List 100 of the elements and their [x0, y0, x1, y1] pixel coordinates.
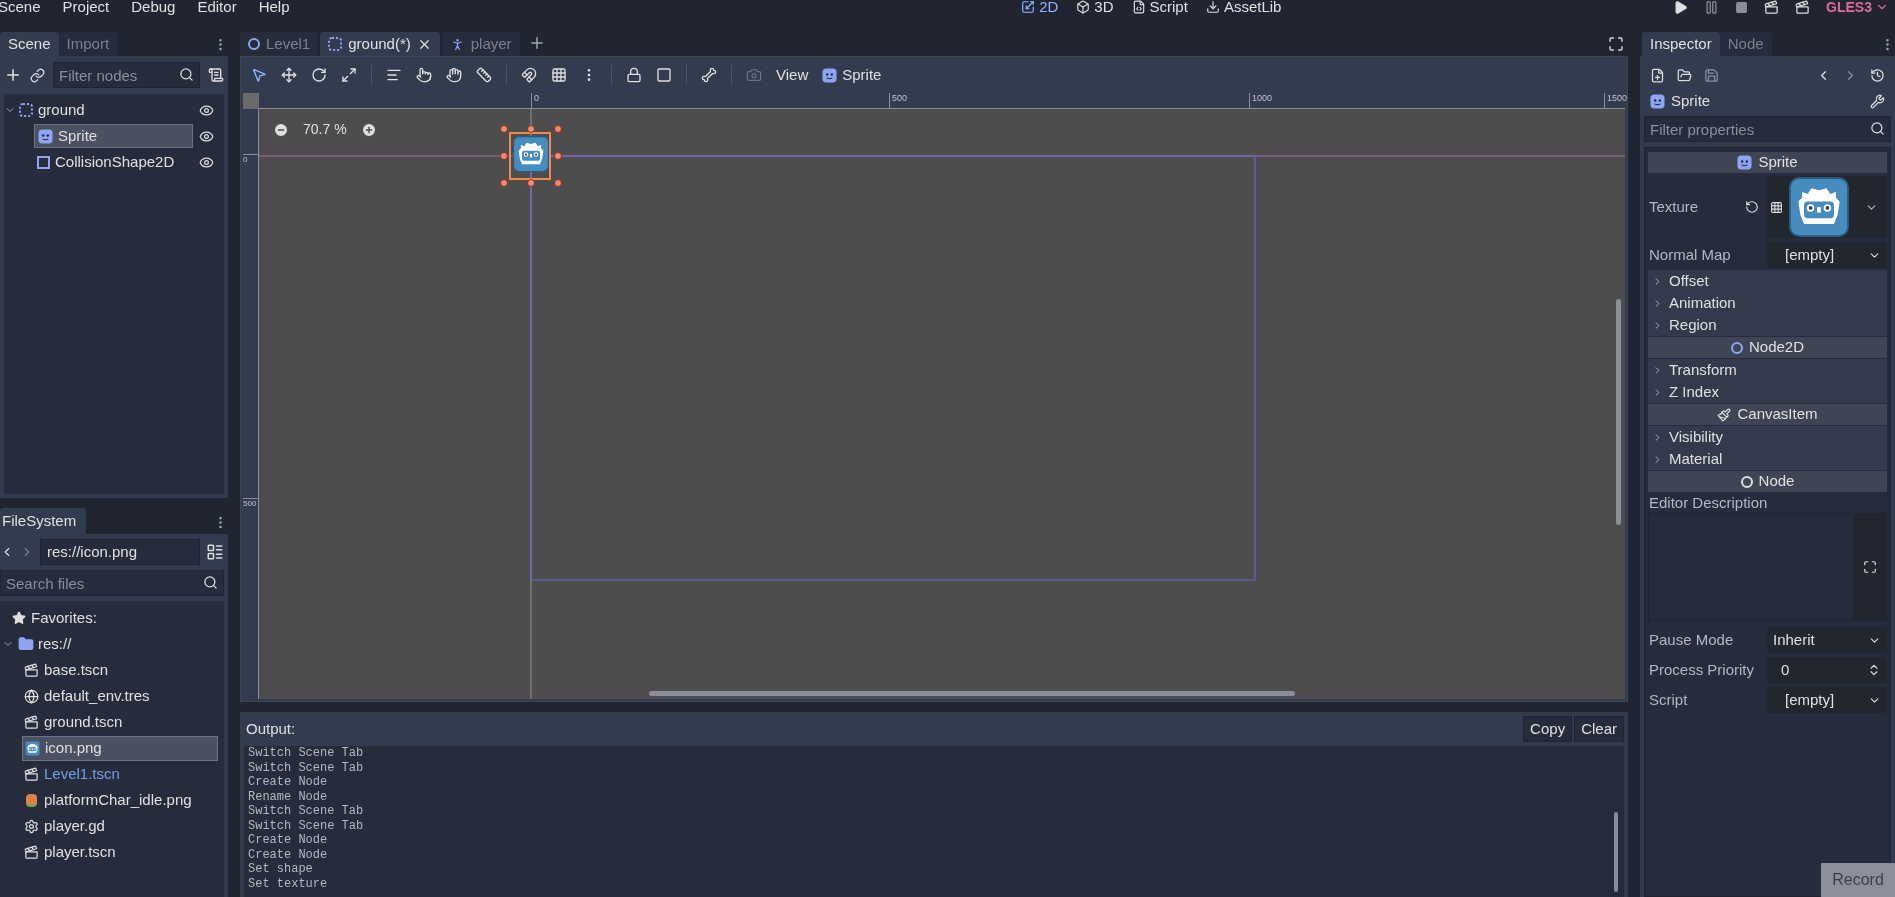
workspace-tab[interactable]: Script	[1131, 0, 1188, 14]
favorites-label[interactable]: Favorites:	[31, 606, 97, 630]
file-item[interactable]: base.tscn	[22, 657, 218, 683]
file-item[interactable]: default_env.tres	[22, 683, 218, 709]
menu-item[interactable]: Project	[62, 0, 110, 14]
select-arrow-icon[interactable]	[251, 67, 267, 83]
texture-picker[interactable]	[1767, 176, 1887, 238]
file-item[interactable]: ground.tscn	[22, 709, 218, 735]
property-group[interactable]: Offset	[1648, 270, 1887, 292]
folder-name[interactable]: res://	[38, 632, 72, 656]
workspace-tab[interactable]: AssetLib	[1205, 0, 1282, 14]
selected-sprite-drawing[interactable]	[500, 125, 562, 187]
menu-item[interactable]: Editor	[197, 0, 237, 14]
play-icon[interactable]	[1673, 0, 1689, 15]
output-button[interactable]: Copy	[1523, 716, 1573, 742]
history-icon[interactable]	[1870, 67, 1885, 83]
bone-icon[interactable]	[701, 67, 717, 83]
scale-icon[interactable]	[341, 67, 357, 83]
search-icon	[179, 67, 194, 82]
grid-snap-icon[interactable]	[551, 67, 567, 83]
path-field[interactable]: res://icon.png	[40, 539, 200, 565]
property-group[interactable]: Region	[1648, 314, 1887, 336]
sprite-icon	[1737, 155, 1753, 170]
property-group[interactable]: Transform	[1648, 359, 1887, 381]
vertical-scrollbar[interactable]	[1616, 299, 1621, 525]
output-scrollbar[interactable]	[1614, 812, 1618, 892]
file-name: base.tscn	[44, 659, 109, 680]
hand-icon[interactable]	[446, 67, 462, 83]
zoom-in-icon[interactable]	[360, 121, 377, 138]
new-resource-icon[interactable]	[1650, 67, 1665, 83]
visibility-eye-icon[interactable]	[199, 128, 214, 144]
tab[interactable]: Scene	[0, 32, 59, 56]
property-group[interactable]: Z Index	[1648, 381, 1887, 403]
split-view-icon[interactable]	[206, 543, 224, 561]
value-dropdown[interactable]: [empty]	[1767, 687, 1887, 713]
globe-icon	[24, 688, 39, 704]
tree-item[interactable]: Sprite	[34, 124, 193, 148]
view-menu-button[interactable]: View	[776, 63, 809, 87]
move-icon[interactable]	[281, 67, 297, 83]
tree-item[interactable]: CollisionShape2D	[34, 150, 193, 174]
renderer-dropdown[interactable]: GLES3	[1826, 0, 1889, 14]
play-scene-icon[interactable]	[1764, 0, 1780, 15]
filter-properties-field[interactable]: Filter properties	[1644, 116, 1891, 142]
property-group[interactable]: Animation	[1648, 292, 1887, 314]
output-button[interactable]: Clear	[1574, 716, 1624, 742]
file-item[interactable]: player.tscn	[22, 839, 218, 865]
fullscreen-icon[interactable]	[1608, 36, 1624, 52]
tab[interactable]: Node	[1719, 32, 1772, 56]
link-icon[interactable]	[30, 67, 45, 83]
visibility-eye-icon[interactable]	[199, 154, 214, 170]
search-files-field[interactable]: Search files	[0, 570, 224, 596]
tree-item[interactable]: ground	[16, 98, 193, 122]
file-item[interactable]: platformChar_idle.png	[22, 787, 218, 813]
tab[interactable]: FileSystem	[0, 508, 87, 534]
horizontal-scrollbar[interactable]	[649, 691, 1295, 696]
tab[interactable]: player	[441, 32, 520, 56]
pause-icon[interactable]	[1704, 0, 1720, 15]
visibility-eye-icon[interactable]	[199, 102, 214, 118]
ruler-label: 0	[243, 154, 258, 165]
filter-nodes-field[interactable]: Filter nodes	[53, 62, 200, 88]
rotate-icon[interactable]	[311, 67, 327, 83]
play-custom-scene-icon[interactable]	[1795, 0, 1811, 15]
clapperboard-icon	[24, 766, 39, 782]
add-node-icon[interactable]	[4, 66, 22, 84]
revert-icon[interactable]	[1745, 200, 1759, 214]
sprite-menu-button[interactable]: Sprite	[822, 63, 882, 87]
ruler-icon[interactable]	[476, 67, 492, 83]
value-dropdown[interactable]: Inherit	[1767, 627, 1887, 653]
stop-icon[interactable]	[1735, 0, 1749, 14]
file-item[interactable]: Level1.tscn	[22, 761, 218, 787]
tab[interactable]: Level1	[240, 32, 319, 56]
workspace-tab[interactable]: 2D	[1021, 0, 1059, 14]
zoom-out-icon[interactable]	[273, 121, 289, 138]
lock-icon[interactable]	[626, 67, 642, 83]
menu-item[interactable]: Help	[258, 0, 290, 14]
gear-icon	[24, 818, 39, 834]
tools-icon[interactable]	[1870, 93, 1885, 109]
snap-magnet-icon[interactable]	[521, 67, 537, 83]
file-item[interactable]: player.gd	[22, 813, 218, 839]
script-icon[interactable]	[208, 67, 224, 83]
search-icon	[203, 575, 218, 590]
pivot-icon[interactable]	[416, 67, 432, 83]
tab[interactable]: Inspector	[1642, 32, 1720, 56]
tab[interactable]: ground(*)	[320, 32, 440, 56]
property-group[interactable]: Material	[1648, 448, 1887, 470]
tab[interactable]: Import	[58, 32, 118, 56]
output-title: Output:	[245, 718, 296, 739]
save-icon[interactable]	[1704, 67, 1719, 83]
expand-icon[interactable]	[1862, 560, 1877, 574]
search-icon	[1870, 121, 1885, 136]
list-select-icon[interactable]	[386, 67, 402, 83]
file-item[interactable]: icon.png	[22, 735, 218, 761]
open-folder-icon[interactable]	[1677, 67, 1692, 83]
group-icon[interactable]	[656, 67, 672, 83]
number-spinbox[interactable]: 0	[1767, 657, 1887, 683]
value-dropdown[interactable]: [empty]	[1767, 242, 1887, 268]
menu-item[interactable]: Debug	[131, 0, 176, 14]
workspace-tab[interactable]: 3D	[1076, 0, 1114, 14]
property-group[interactable]: Visibility	[1648, 426, 1887, 448]
zoom-level[interactable]: 70.7 %	[303, 119, 347, 140]
